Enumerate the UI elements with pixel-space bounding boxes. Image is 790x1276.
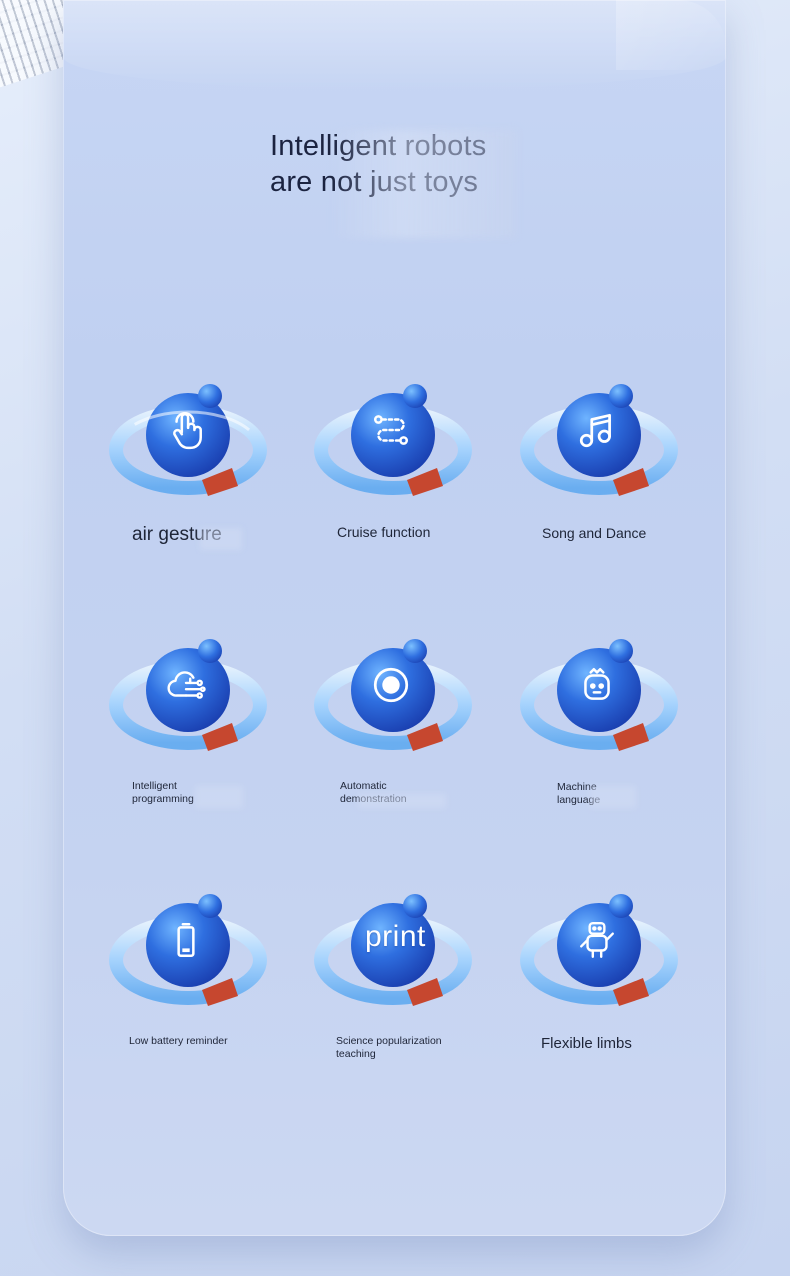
robot-face-icon	[569, 657, 625, 713]
feature-science-popularization-teaching: print	[314, 890, 495, 1030]
feature-label: Flexible limbs	[541, 1035, 632, 1052]
record-button-icon	[363, 657, 419, 713]
robot-body-icon	[569, 912, 625, 968]
feature-machine-language	[520, 635, 701, 775]
label-blur	[200, 528, 242, 550]
feature-label: Science popularization teaching	[336, 1035, 442, 1060]
cloud-circuit-icon	[158, 657, 214, 713]
music-note-icon	[569, 402, 625, 458]
feature-label: Song and Dance	[542, 525, 647, 541]
feature-song-and-dance	[520, 380, 701, 520]
hand-pointer-icon	[158, 402, 214, 458]
route-path-icon	[363, 402, 419, 458]
feature-intelligent-programming	[109, 635, 290, 775]
feature-label: Cruise function	[337, 524, 431, 540]
feature-flexible-limbs	[520, 890, 701, 1030]
sphere-ring-graphic	[314, 894, 472, 1006]
feature-automatic-demonstration	[314, 635, 495, 775]
feature-cruise-function	[314, 380, 495, 520]
label-blur	[590, 786, 636, 808]
feature-air-gesture	[109, 380, 290, 520]
label-blur	[358, 794, 446, 808]
print-text-graphic: print	[365, 920, 426, 953]
feature-label: Low battery reminder	[129, 1035, 228, 1047]
title-blur-overlay	[330, 130, 516, 238]
battery-icon	[158, 912, 214, 968]
card-highlight	[616, 0, 726, 70]
feature-low-battery-reminder	[109, 890, 290, 1030]
label-blur	[195, 786, 243, 808]
